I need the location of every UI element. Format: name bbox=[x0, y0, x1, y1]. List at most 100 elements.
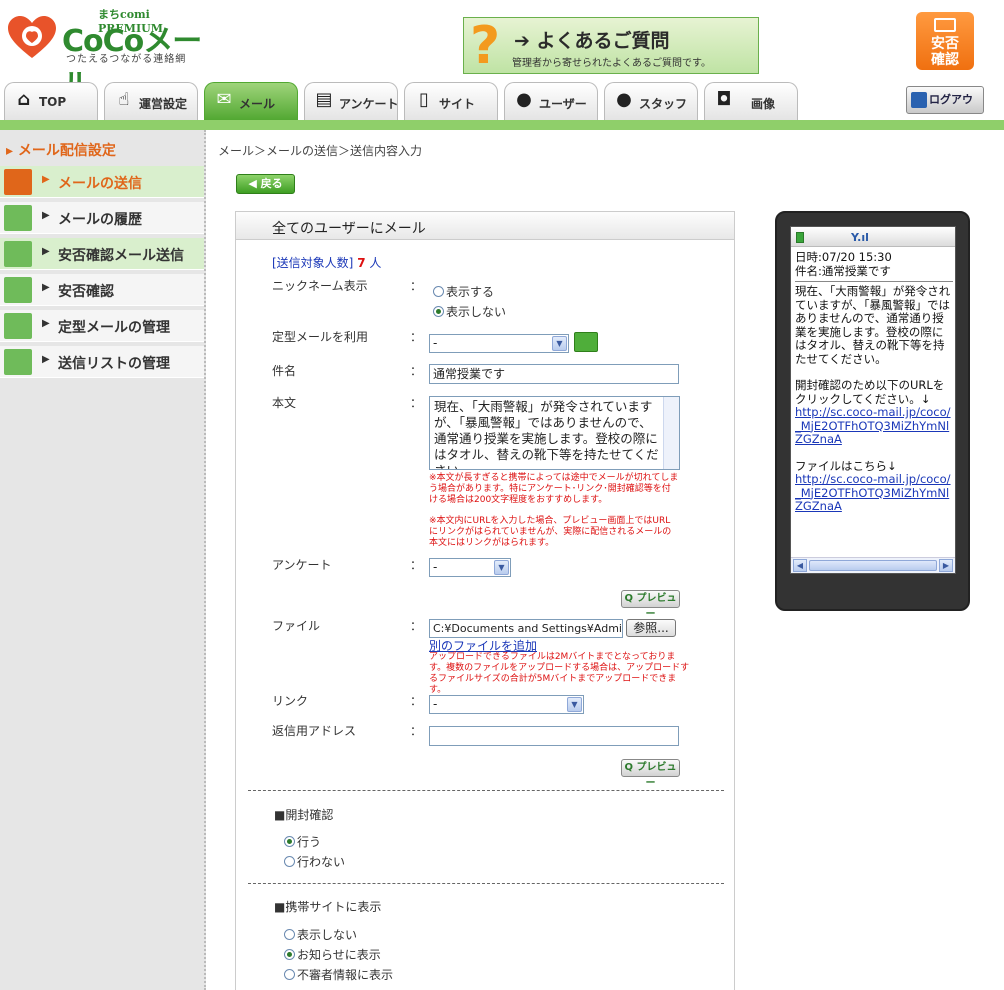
tab-label: 運営設定 bbox=[139, 97, 188, 111]
document-icon: ▤ bbox=[315, 89, 333, 110]
back-button[interactable]: ◀ 戻る bbox=[236, 174, 295, 194]
reply-address-input[interactable] bbox=[429, 726, 679, 746]
radio-checked-icon bbox=[284, 836, 295, 847]
phone-screen: Y.ıl 日時:07/20 15:30 件名:通常授業です 現在、「大雨警報」が… bbox=[790, 226, 956, 574]
recipients-label: [送信対象人数] bbox=[272, 256, 354, 270]
nickname-label: ニックネーム表示 bbox=[272, 279, 368, 293]
survey-label: アンケート bbox=[272, 558, 332, 572]
logout-button[interactable]: ログアウト bbox=[906, 86, 984, 132]
tab-label: ユーザー bbox=[539, 97, 587, 111]
sidebar-item-mail-history[interactable]: ▶ メールの履歴 bbox=[0, 202, 204, 234]
logo[interactable]: まちcomi PREMIUM CoCoメール つたえるつながる連絡網 bbox=[6, 6, 216, 103]
signal-icon: Y.ıl bbox=[851, 231, 869, 244]
nickname-hide-radio[interactable]: 表示しない bbox=[433, 303, 506, 320]
reply-address-label: 返信用アドレス bbox=[272, 724, 357, 738]
sidebar-item-label: 安否確認メール送信 bbox=[58, 248, 184, 264]
phone-file-link[interactable]: http://sc.coco-mail.jp/coco/_MjE2OTFhOTQ… bbox=[795, 472, 953, 514]
tab-label: アンケート bbox=[339, 97, 399, 111]
tab-label: スタッフ bbox=[639, 97, 688, 111]
recipients-info: [送信対象人数] 7 人 bbox=[272, 254, 381, 271]
phone-preview: Y.ıl 日時:07/20 15:30 件名:通常授業です 現在、「大雨警報」が… bbox=[775, 211, 970, 611]
colon: ： bbox=[410, 619, 423, 633]
faq-title: ➔ よくあるご質問 bbox=[514, 30, 670, 52]
mobile-site-none-radio[interactable]: 表示しない bbox=[284, 926, 357, 943]
sidebar-item-template[interactable]: ▶ 定型メールの管理 bbox=[0, 310, 204, 342]
heart-logo-icon bbox=[8, 16, 56, 58]
phone-open-check-link[interactable]: http://sc.coco-mail.jp/coco/_MjE2OTFhOTQ… bbox=[795, 405, 953, 447]
open-check-no-radio[interactable]: 行わない bbox=[284, 853, 345, 870]
envelope-icon bbox=[934, 18, 956, 32]
form-preview-button[interactable]: Q プレビュー bbox=[621, 759, 680, 789]
scrollbar[interactable] bbox=[663, 397, 679, 469]
tab-label: メール bbox=[239, 97, 276, 111]
colon: ： bbox=[410, 724, 423, 738]
body-label: 本文 bbox=[272, 396, 297, 410]
arrow-icon: ▶ bbox=[42, 282, 50, 293]
chevron-right-icon[interactable]: ▶ bbox=[939, 559, 953, 572]
tab-site[interactable]: ▯ サイト bbox=[404, 82, 498, 120]
colon: ： bbox=[410, 558, 423, 572]
logout-icon bbox=[911, 92, 927, 108]
tab-staff[interactable]: ● スタッフ bbox=[604, 82, 698, 120]
divider bbox=[248, 790, 724, 791]
sidebar-item-safety-mail[interactable]: ▶ 安否確認メール送信 bbox=[0, 238, 204, 270]
template-insert-icon[interactable] bbox=[574, 332, 598, 352]
phone-horizontal-scrollbar[interactable]: ◀ ▶ bbox=[791, 557, 955, 573]
chevron-down-icon: ▼ bbox=[552, 336, 567, 351]
arrow-icon: ▶ bbox=[42, 354, 50, 365]
faq-banner[interactable]: ? ➔ よくあるご質問 管理者から寄せられたよくあるご質問です。 bbox=[463, 16, 759, 76]
arrow-icon: ▶ bbox=[42, 174, 50, 185]
mobile-site-title: ■携帯サイトに表示 bbox=[274, 900, 382, 914]
sidebar-item-mail-send[interactable]: ▶ メールの送信 bbox=[0, 166, 204, 198]
tab-images[interactable]: ◘ 画像 bbox=[704, 82, 798, 120]
colon: ： bbox=[410, 694, 423, 708]
phone-divider bbox=[795, 281, 953, 282]
tab-settings[interactable]: ☝ 運営設定 bbox=[104, 82, 198, 120]
link-select[interactable]: - ▼ bbox=[429, 695, 584, 714]
arrow-icon: ▶ bbox=[42, 210, 50, 221]
body-note-length: ※本文が長すぎると携帯によっては途中でメールが切れてしまう場合があります。特にア… bbox=[429, 473, 679, 505]
scroll-thumb[interactable] bbox=[809, 560, 937, 571]
tab-users[interactable]: ● ユーザー bbox=[504, 82, 598, 120]
mail-form-panel: 全てのユーザーにメール [送信対象人数] 7 人 ニックネーム表示 ： 表示する… bbox=[235, 211, 735, 990]
safety-check-button[interactable]: 安否確認 bbox=[916, 12, 974, 70]
survey-select[interactable]: - ▼ bbox=[429, 558, 511, 577]
mail-send-icon bbox=[4, 169, 32, 195]
tab-label: TOP bbox=[39, 95, 67, 109]
mobile-site-suspicious-radio[interactable]: 不審者情報に表示 bbox=[284, 966, 393, 983]
tab-mail[interactable]: ✉ メール bbox=[204, 82, 298, 120]
safety-check-label: 安否確認 bbox=[931, 36, 959, 68]
faq-subtitle: 管理者から寄せられたよくあるご質問です。 bbox=[512, 58, 711, 69]
sidebar-item-safety[interactable]: ▶ 安否確認 bbox=[0, 274, 204, 306]
sidebar: ▸ メール配信設定 ▶ メールの送信 ▶ メールの履歴 ▶ 安否確認メール送信 … bbox=[0, 130, 206, 990]
preview-label: プレビュー bbox=[636, 762, 677, 789]
sidebar-item-label: メールの履歴 bbox=[58, 212, 142, 228]
mail-history-icon bbox=[4, 205, 32, 231]
template-icon bbox=[4, 313, 32, 339]
sidebar-item-label: メールの送信 bbox=[58, 176, 142, 192]
phone-body: 現在、「大雨警報」が発令されていますが、「暴風警報」ではありませんので、通常通り… bbox=[795, 284, 951, 366]
body-textarea[interactable]: 現在、「大雨警報」が発令されていますが、「暴風警報」ではありませんので、通常通り… bbox=[429, 396, 680, 470]
select-value: - bbox=[433, 336, 438, 350]
sidebar-item-send-list[interactable]: ▶ 送信リストの管理 bbox=[0, 346, 204, 378]
brand-tagline: つたえるつながる連絡網 bbox=[66, 54, 187, 65]
sidebar-item-label: 送信リストの管理 bbox=[58, 356, 170, 372]
subject-input[interactable]: 通常授業です bbox=[429, 364, 679, 384]
nickname-show-radio[interactable]: 表示する bbox=[433, 283, 494, 300]
file-path-input[interactable]: C:¥Documents and Settings¥Admi bbox=[429, 619, 623, 638]
breadcrumb: メール＞メールの送信＞送信内容入力 bbox=[218, 144, 423, 158]
survey-preview-button[interactable]: Q プレビュー bbox=[621, 590, 680, 620]
panel-header: 全てのユーザーにメール bbox=[236, 212, 734, 240]
mobile-site-news-radio[interactable]: お知らせに表示 bbox=[284, 946, 381, 963]
tab-top[interactable]: ⌂ TOP bbox=[4, 82, 98, 120]
browse-button[interactable]: 参照... bbox=[626, 619, 676, 637]
open-check-yes-radio[interactable]: 行う bbox=[284, 833, 321, 850]
radio-label: 表示しない bbox=[446, 305, 507, 319]
tab-survey[interactable]: ▤ アンケート bbox=[304, 82, 399, 120]
tab-label: サイト bbox=[439, 97, 476, 111]
chevron-left-icon[interactable]: ◀ bbox=[793, 559, 807, 572]
phone-file-text: ファイルはこちら↓ bbox=[795, 458, 897, 473]
template-select[interactable]: - ▼ bbox=[429, 334, 569, 353]
radio-checked-icon bbox=[433, 306, 444, 317]
